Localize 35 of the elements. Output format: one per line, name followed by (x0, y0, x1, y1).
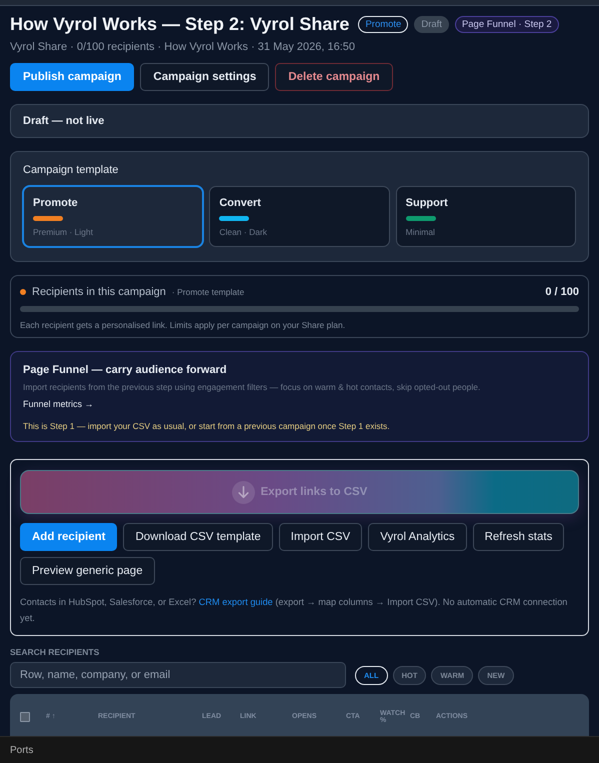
template-note: · Promote template (172, 287, 244, 297)
download-icon (232, 480, 255, 504)
status-banner: Draft — not live (10, 104, 589, 138)
select-all-checkbox[interactable] (20, 712, 30, 722)
status-badge: Draft (414, 16, 449, 33)
funnel-notice: This is Step 1 — import your CSV as usual, or start from a previous campaign once Step 1 exists. (23, 421, 391, 431)
action-button[interactable]: Campaign settings (140, 63, 270, 91)
funnel-metrics-link[interactable]: Funnel metrics → (23, 399, 576, 409)
recipients-label: Recipients in this campaign (32, 286, 166, 298)
search-field[interactable]: Row, name, company, or email (10, 662, 346, 688)
toolbar-button[interactable]: Import CSV (278, 523, 362, 551)
crm-guide-link[interactable]: CRM export guide (198, 597, 273, 607)
toolbar-button[interactable]: Preview generic page (20, 557, 155, 585)
search-label: SEARCH RECIPIENTS (10, 647, 100, 658)
crm-note: Contacts in HubSpot, Salesforce, or Excel? CRM export guide (export → map columns → Import CSV). No automatic CRM connection yet. (20, 596, 568, 625)
status-dot (20, 289, 26, 295)
toolbar-button[interactable]: Vyrol Analytics (368, 523, 467, 551)
funnel-description: Import recipients from the previous step using engagement filters — focus on warm & hot contacts, skip opted-out people. (23, 382, 482, 392)
campaign-meta: Vyrol Share · 0/100 recipients · How Vyrol Works · 31 May 2026, 16:50 (10, 41, 356, 53)
template-option[interactable]: Convert Clean · Dark (209, 186, 390, 247)
toolbar-button[interactable]: Refresh stats (472, 523, 564, 551)
section-title: Campaign template (23, 164, 120, 176)
status-badge: Promote (358, 16, 408, 33)
page-title: How Vyrol Works — Step 2: Vyrol Share (10, 14, 350, 35)
toolbar-button[interactable]: Download CSV template (123, 523, 273, 551)
template-option[interactable]: Promote Premium · Light (23, 186, 204, 247)
template-option[interactable]: Support Minimal (396, 186, 576, 247)
funnel-title: Page Funnel — carry audience forward (23, 364, 228, 376)
action-button[interactable]: Publish campaign (10, 63, 134, 91)
plan-note: Each recipient gets a personalised link. Limits apply per campaign on your Share plan. (20, 320, 346, 330)
toolbar-button[interactable]: Add recipient (20, 523, 118, 551)
ports-label: Ports (10, 744, 34, 756)
action-button[interactable]: Delete campaign (275, 63, 393, 91)
recipient-count: 0 / 100 (545, 286, 579, 298)
status-badge: Page Funnel · Step 2 (454, 16, 559, 33)
